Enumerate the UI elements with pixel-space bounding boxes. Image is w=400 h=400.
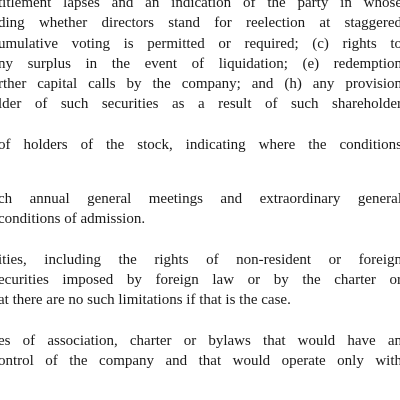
text-line: rther capital calls by the company; and … <box>0 76 400 93</box>
text-line: lder of such securities as a result of s… <box>0 96 400 113</box>
text-line: ecurities imposed by foreign law or by t… <box>0 271 400 288</box>
text-line: ontrol of the company and that would ope… <box>0 352 400 369</box>
paragraph-shareholder-rights: titlement lapses and an indication of th… <box>0 0 400 115</box>
text-line: at there are no such limitations if that… <box>0 292 291 309</box>
text-line: of holders of the stock, indicating wher… <box>0 136 400 153</box>
paragraph-holders-of-stock: of holders of the stock, indicating wher… <box>0 135 400 155</box>
text-line: ding whether directors stand for reelect… <box>0 15 400 32</box>
text-line: es of association, charter or bylaws tha… <box>0 332 400 349</box>
paragraph-foreign-holders: ities, including the rights of non-resid… <box>0 250 400 311</box>
text-line: umulative voting is permitted or require… <box>0 35 400 52</box>
text-line: ities, including the rights of non-resid… <box>0 251 400 268</box>
text-line: conditions of admission. <box>0 211 146 228</box>
paragraph-general-meetings: ch annual general meetings and extraordi… <box>0 189 400 230</box>
text-line-cutoff <box>0 371 400 383</box>
document-page: titlement lapses and an indication of th… <box>0 0 400 383</box>
text-line: titlement lapses and an indication of th… <box>0 0 400 11</box>
text-line: ch annual general meetings and extraordi… <box>0 191 400 208</box>
text-line: ny surplus in the event of liquidation; … <box>0 55 400 72</box>
paragraph-articles-of-association: es of association, charter or bylaws tha… <box>0 331 400 384</box>
